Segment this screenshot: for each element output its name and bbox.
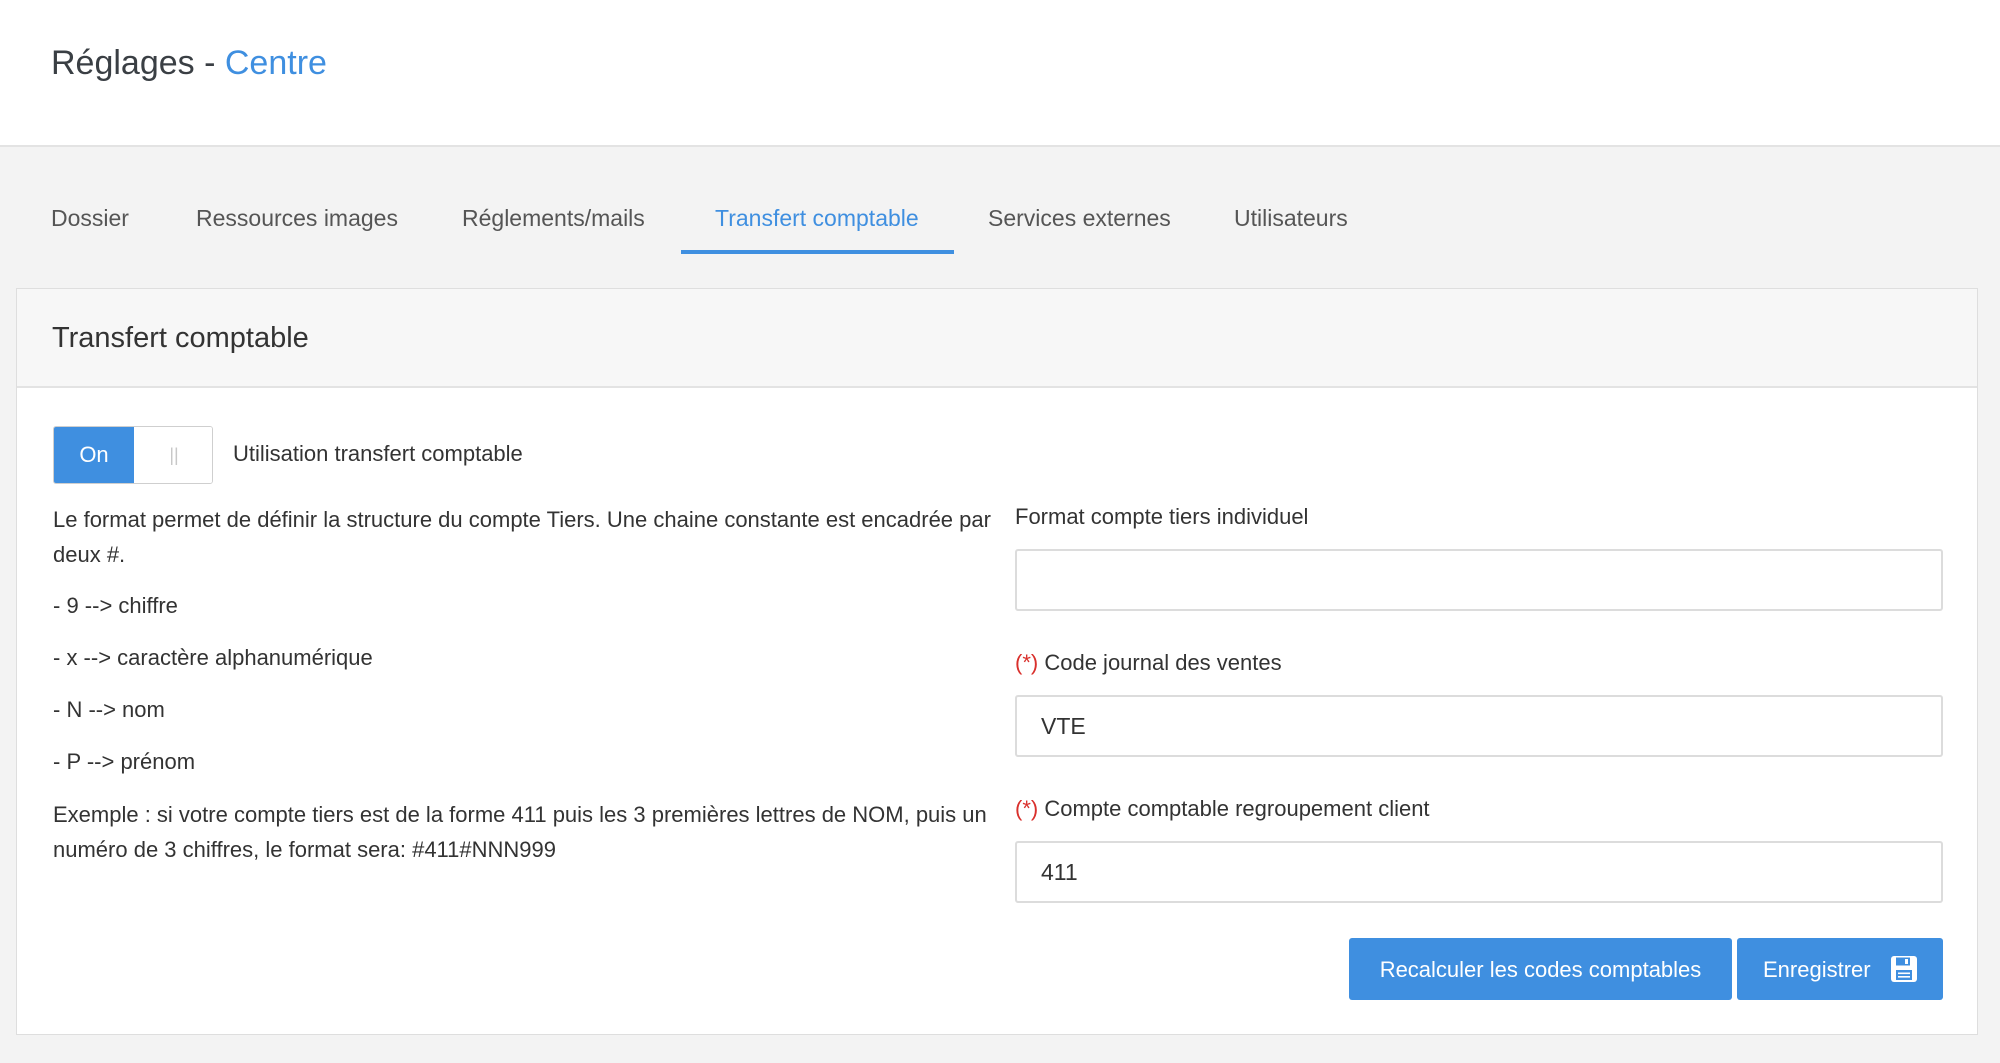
recalculate-codes-button[interactable]: Recalculer les codes comptables <box>1349 938 1732 1000</box>
toggle-handle[interactable]: || <box>134 427 212 483</box>
page-title: Réglages - Centre <box>51 44 327 83</box>
floppy-disk-icon <box>1891 956 1917 982</box>
page-header: Réglages - Centre <box>0 0 2000 147</box>
save-button[interactable]: Enregistrer <box>1737 938 1943 1000</box>
tab-services-externes[interactable]: Services externes <box>988 190 1171 256</box>
compte-regroupement-input[interactable] <box>1015 841 1943 903</box>
toggle-label: Utilisation transfert comptable <box>233 441 523 466</box>
page-title-separator: - <box>194 44 225 82</box>
code-journal-label: (*) Code journal des ventes <box>1015 650 1282 676</box>
page-title-context: Centre <box>224 44 327 82</box>
code-journal-input[interactable] <box>1015 695 1943 757</box>
format-rule-digit: - 9 --> chiffre <box>53 593 178 618</box>
settings-tabs: Dossier Ressources images Réglements/mai… <box>0 190 1500 256</box>
compte-regroupement-label-text: Compte comptable regroupement client <box>1044 796 1430 821</box>
tab-dossier[interactable]: Dossier <box>51 190 129 256</box>
format-tiers-label: Format compte tiers individuel <box>1015 504 1309 529</box>
format-rule-alphanumeric: - x --> caractère alphanumérique <box>53 645 373 670</box>
required-marker: (*) <box>1015 650 1039 675</box>
tab-transfert-comptable[interactable]: Transfert comptable <box>715 190 919 256</box>
format-help-example: Exemple : si votre compte tiers est de l… <box>53 802 987 862</box>
format-help-intro: Le format permet de définir la structure… <box>53 507 991 567</box>
format-rule-prenom: - P --> prénom <box>53 749 196 774</box>
compte-regroupement-label: (*) Compte comptable regroupement client <box>1015 796 1430 822</box>
toggle-on-label: On <box>54 427 134 483</box>
format-tiers-input[interactable] <box>1015 549 1943 611</box>
save-button-label: Enregistrer <box>1763 957 1871 982</box>
tab-reglements-mails[interactable]: Réglements/mails <box>462 190 645 256</box>
required-marker: (*) <box>1015 796 1039 821</box>
active-tab-indicator <box>681 250 954 254</box>
page-title-main: Réglages <box>51 44 195 82</box>
transfert-comptable-toggle[interactable]: On || <box>53 426 213 484</box>
tab-utilisateurs[interactable]: Utilisateurs <box>1234 190 1348 256</box>
tab-ressources-images[interactable]: Ressources images <box>196 190 398 256</box>
transfert-comptable-panel: Transfert comptable On || Utilisation tr… <box>16 288 1978 1035</box>
code-journal-label-text: Code journal des ventes <box>1044 650 1282 675</box>
format-rule-nom: - N --> nom <box>53 697 165 722</box>
panel-header: Transfert comptable <box>17 289 1977 388</box>
panel-title: Transfert comptable <box>52 322 309 354</box>
